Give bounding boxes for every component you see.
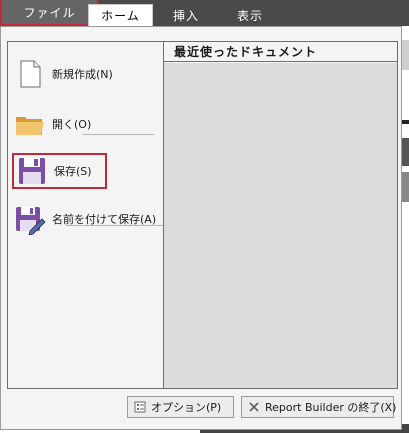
tab-view[interactable]: 表示 — [224, 4, 276, 26]
close-icon — [248, 401, 260, 413]
backstage-panel: 新規作成(N) 開く(O) 保存(S) 名前を付けて保存(A) 最近使ったドキュ… — [0, 26, 402, 430]
recent-documents-title: 最近使ったドキュメント — [164, 42, 397, 62]
ribbon-tab-strip: ファイル ホーム 挿入 表示 — [0, 0, 409, 26]
options-button[interactable]: オプション(P) — [127, 396, 234, 418]
menu-separator — [66, 225, 170, 226]
exit-button-label: Report Builder の終了(X) — [265, 401, 397, 414]
exit-button[interactable]: Report Builder の終了(X) — [241, 396, 397, 418]
menu-open[interactable]: 開く(O) — [12, 106, 160, 142]
backstage-content: 新規作成(N) 開く(O) 保存(S) 名前を付けて保存(A) 最近使ったドキュ… — [7, 41, 398, 389]
options-icon — [134, 401, 146, 413]
menu-new-label: 新規作成(N) — [52, 68, 113, 81]
menu-open-label: 開く(O) — [52, 118, 92, 131]
tab-file[interactable]: ファイル — [0, 0, 99, 26]
menu-separator — [82, 134, 154, 135]
tab-home[interactable]: ホーム — [88, 4, 153, 26]
tab-insert[interactable]: 挿入 — [160, 4, 212, 26]
menu-save-as[interactable]: 名前を付けて保存(A) — [12, 201, 160, 237]
new-document-icon — [14, 58, 46, 90]
menu-save[interactable]: 保存(S) — [12, 153, 107, 189]
menu-new[interactable]: 新規作成(N) — [12, 56, 160, 92]
floppy-disk-pencil-icon — [14, 203, 46, 236]
recent-documents-list[interactable] — [164, 63, 397, 388]
floppy-disk-icon — [16, 155, 48, 187]
folder-icon — [14, 108, 46, 140]
options-button-label: オプション(P) — [151, 401, 222, 414]
background-scrollbar — [402, 40, 409, 70]
menu-save-label: 保存(S) — [54, 165, 92, 178]
